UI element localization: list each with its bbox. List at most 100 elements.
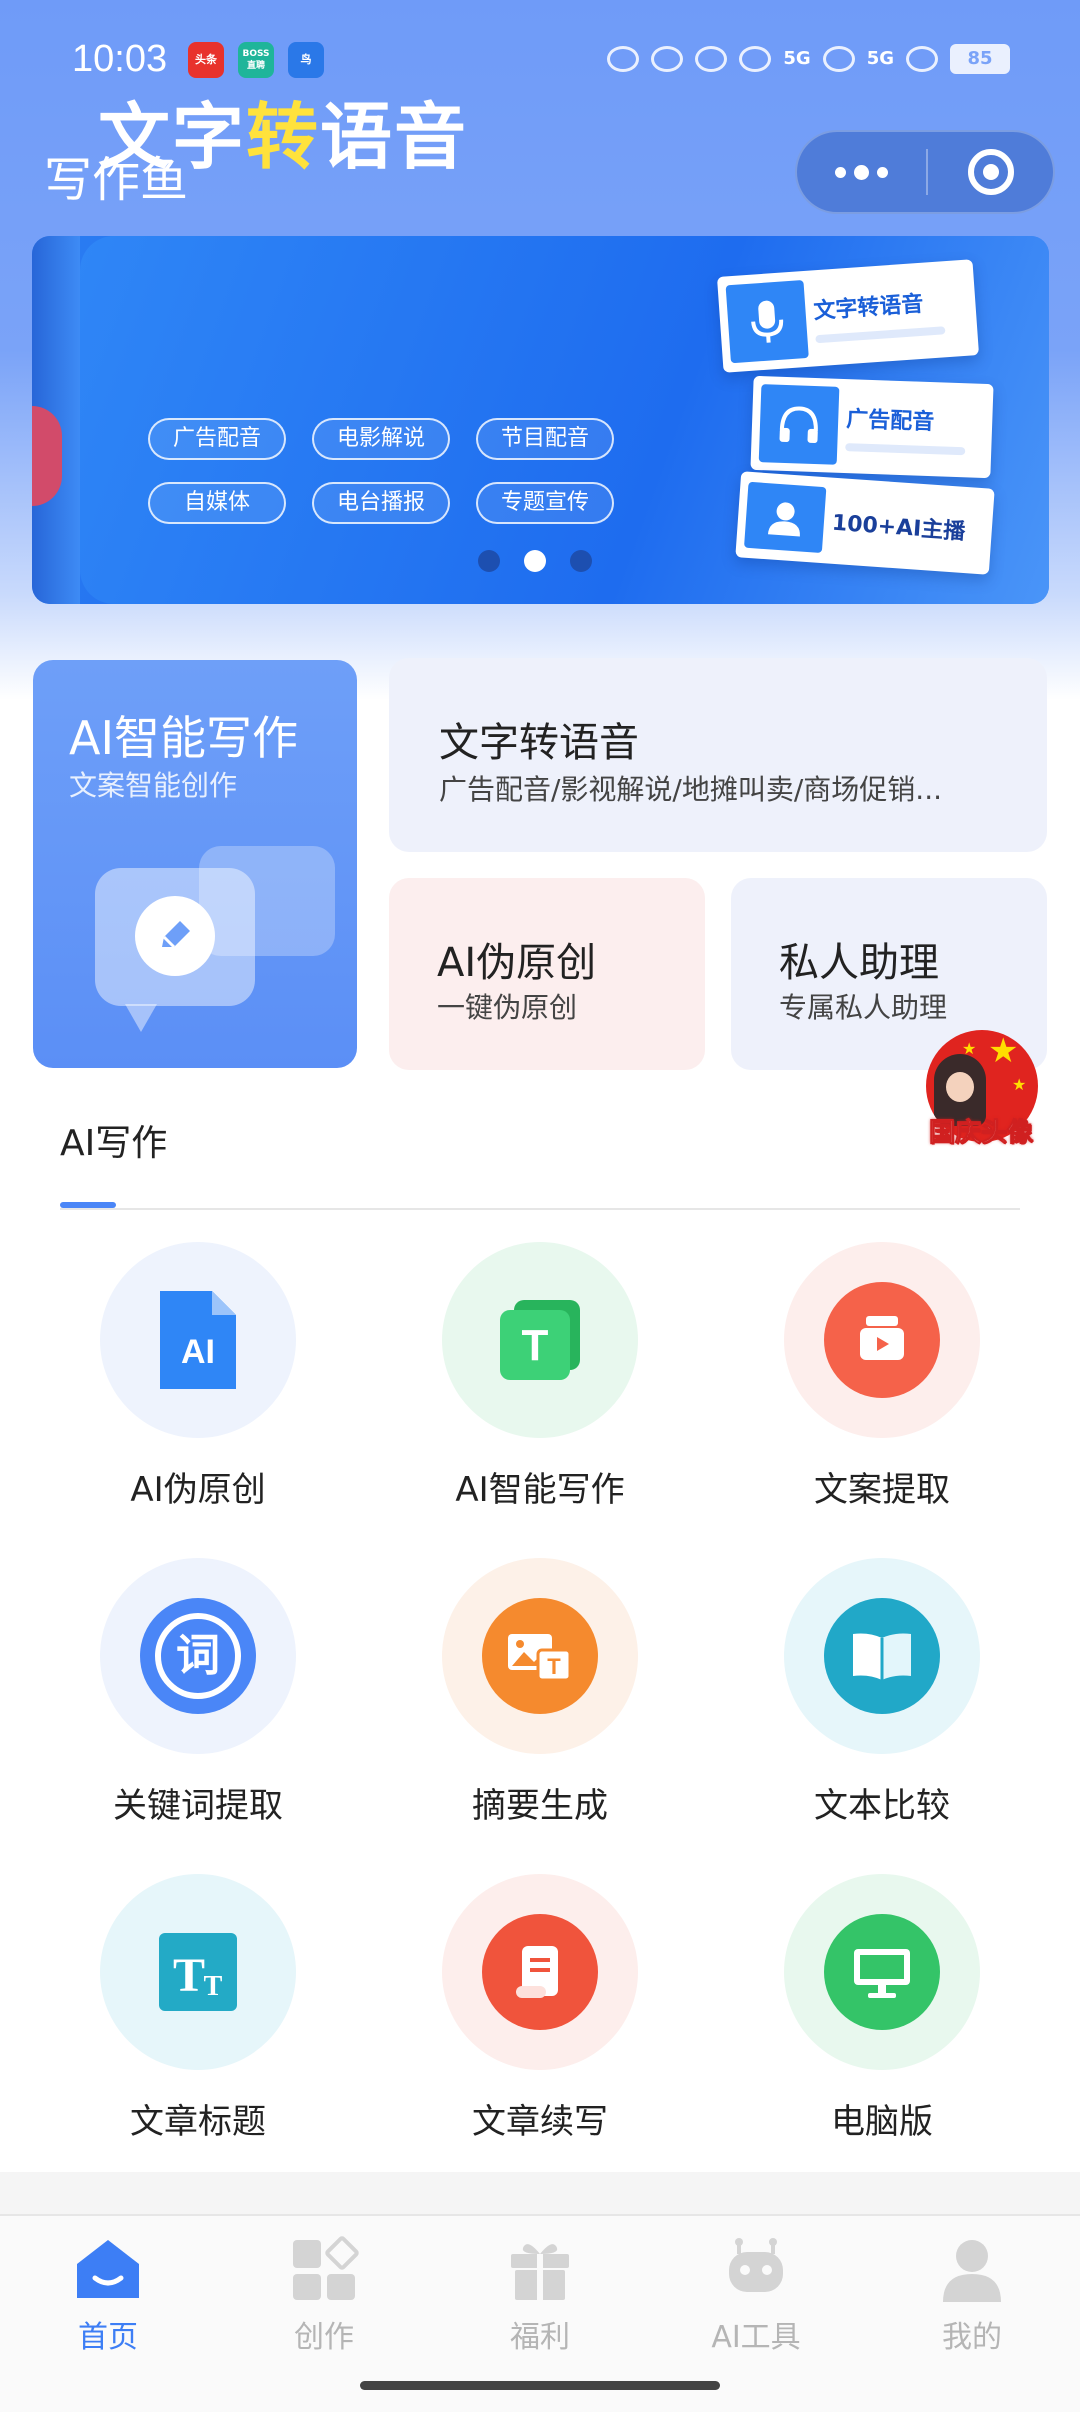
hd-icon	[695, 46, 728, 72]
tool-ai-pseudo-original[interactable]: AI AI伪原创	[0, 1242, 340, 1542]
banner-title-part: 语音	[320, 95, 469, 179]
banner-prev-slide	[32, 236, 80, 604]
monitor-icon	[784, 1874, 980, 2070]
banner-card-label: 100+AI主播	[831, 510, 967, 545]
card-subtitle: 专属私人助理	[779, 991, 948, 1024]
video-extract-icon	[784, 1242, 980, 1438]
tool-label: 电脑版	[831, 2102, 933, 2142]
tool-label: AI伪原创	[130, 1470, 266, 1510]
notification-icons: 头条 BOSS直聘 鸟	[188, 42, 324, 78]
pagination-dot-active[interactable]	[524, 550, 546, 572]
svg-text:T: T	[547, 1654, 561, 1679]
scroll-icon	[442, 1874, 638, 2070]
national-day-avatar-badge[interactable]: ★ ★ ★ 国庆头像	[918, 1030, 1044, 1156]
wifi-icon	[739, 46, 772, 72]
banner-card-label: 广告配音	[845, 407, 935, 436]
tool-article-continue[interactable]: 文章续写	[342, 1874, 682, 2174]
signal-5g-icon: 5G	[866, 48, 894, 69]
more-dot-icon	[877, 166, 888, 178]
tool-ai-writing[interactable]: T AI智能写作	[342, 1242, 682, 1542]
card-title: AI智能写作	[69, 711, 299, 765]
ai-document-icon: AI	[100, 1242, 296, 1438]
tab-label: 我的	[942, 2320, 1002, 2355]
content-bottom-gap	[0, 2172, 1080, 2216]
active-tab-indicator	[60, 1202, 116, 1208]
tts-card[interactable]: 文字转语音 广告配音/影视解说/地摊叫卖/商场促销...	[389, 658, 1047, 852]
target-icon	[967, 149, 1014, 195]
more-dot-icon	[835, 166, 846, 178]
tool-desktop-version[interactable]: 电脑版	[684, 1874, 1024, 2174]
tool-summary[interactable]: T 摘要生成	[342, 1558, 682, 1858]
card-subtitle: 广告配音/影视解说/地摊叫卖/商场促销...	[439, 773, 943, 806]
pagination-dot[interactable]	[478, 550, 500, 572]
microphone-icon	[725, 280, 809, 364]
status-icon	[607, 46, 640, 72]
tab-label: 首页	[78, 2320, 138, 2355]
pseudo-original-card[interactable]: AI伪原创 一键伪原创	[389, 878, 705, 1070]
banner-person-illustration	[32, 406, 62, 506]
signal-bars-icon	[822, 46, 855, 72]
banner-tag: 自媒体	[148, 482, 286, 524]
headphones-icon	[758, 384, 840, 465]
tab-profile[interactable]: 我的	[864, 2216, 1080, 2360]
card-title: 私人助理	[779, 940, 939, 986]
create-icon	[289, 2234, 359, 2304]
banner-tag: 专题宣传	[476, 482, 614, 524]
gift-icon	[505, 2234, 575, 2304]
tab-benefits[interactable]: 福利	[432, 2216, 648, 2360]
status-icon	[651, 46, 684, 72]
svg-text:T: T	[204, 1971, 223, 2002]
card-subtitle: 文案智能创作	[69, 769, 238, 802]
profile-icon	[937, 2234, 1007, 2304]
anchor-person-icon	[743, 481, 827, 554]
close-miniprogram-button[interactable]	[928, 149, 1053, 195]
banner-tag: 节目配音	[476, 418, 614, 460]
tool-copy-extract[interactable]: 文案提取	[684, 1242, 1024, 1542]
miniprogram-capsule	[795, 130, 1055, 214]
pagination-dot[interactable]	[570, 550, 592, 572]
robot-icon	[721, 2234, 791, 2304]
tab-create[interactable]: 创作	[216, 2216, 432, 2360]
svg-text:T: T	[522, 1321, 549, 1370]
banner-tags: 广告配音 电影解说 节目配音 自媒体 电台播报 专题宣传	[148, 418, 618, 524]
tool-article-title[interactable]: TT 文章标题	[0, 1874, 340, 2174]
boss-app-icon: BOSS直聘	[238, 42, 274, 78]
pen-icon	[135, 896, 215, 976]
bottom-tab-bar: 首页 创作 福利 AI工具 我的	[0, 2214, 1080, 2360]
keyword-icon: 词	[100, 1558, 296, 1754]
banner-card: 文字转语音	[716, 259, 980, 373]
section-divider	[60, 1208, 1020, 1210]
tab-ai-tools[interactable]: AI工具	[648, 2216, 864, 2360]
ai-writing-card[interactable]: AI智能写作 文案智能创作	[33, 660, 357, 1068]
text-t-icon: T	[442, 1242, 638, 1438]
tool-keyword-extract[interactable]: 词 关键词提取	[0, 1558, 340, 1858]
more-button[interactable]	[797, 132, 926, 212]
tool-label: 文章标题	[130, 2102, 266, 2142]
system-status-icons: 5G 5G 85	[607, 44, 1010, 74]
banner-title-highlight: 转	[246, 95, 321, 179]
tab-home[interactable]: 首页	[0, 2216, 216, 2360]
tool-label: 文案提取	[814, 1470, 950, 1510]
svg-text:T: T	[173, 1949, 205, 2002]
tool-label: 文本比较	[814, 1786, 950, 1826]
signal-5g-icon: 5G	[783, 48, 811, 69]
tab-ai-writing[interactable]: AI写作	[60, 1114, 167, 1166]
home-indicator[interactable]	[360, 2381, 720, 2390]
tool-text-compare[interactable]: 文本比较	[684, 1558, 1024, 1858]
banner-tag: 电影解说	[312, 418, 450, 460]
tool-label: 文章续写	[472, 2102, 608, 2142]
more-dot-icon	[854, 164, 869, 180]
signal-bars-icon	[906, 46, 938, 72]
home-icon	[73, 2234, 143, 2304]
open-book-icon	[784, 1558, 980, 1754]
banner-tag: 广告配音	[148, 418, 286, 460]
battery-icon: 85	[950, 44, 1010, 74]
banner-title-part: 文字	[98, 95, 247, 179]
toutiao-app-icon: 头条	[188, 42, 224, 78]
svg-text:AI: AI	[181, 1333, 215, 1371]
banner-tag: 电台播报	[312, 482, 450, 524]
image-text-icon: T	[442, 1558, 638, 1754]
banner-card-label: 文字转语音	[812, 291, 925, 325]
title-tt-icon: TT	[100, 1874, 296, 2070]
tool-label: 摘要生成	[472, 1786, 608, 1826]
